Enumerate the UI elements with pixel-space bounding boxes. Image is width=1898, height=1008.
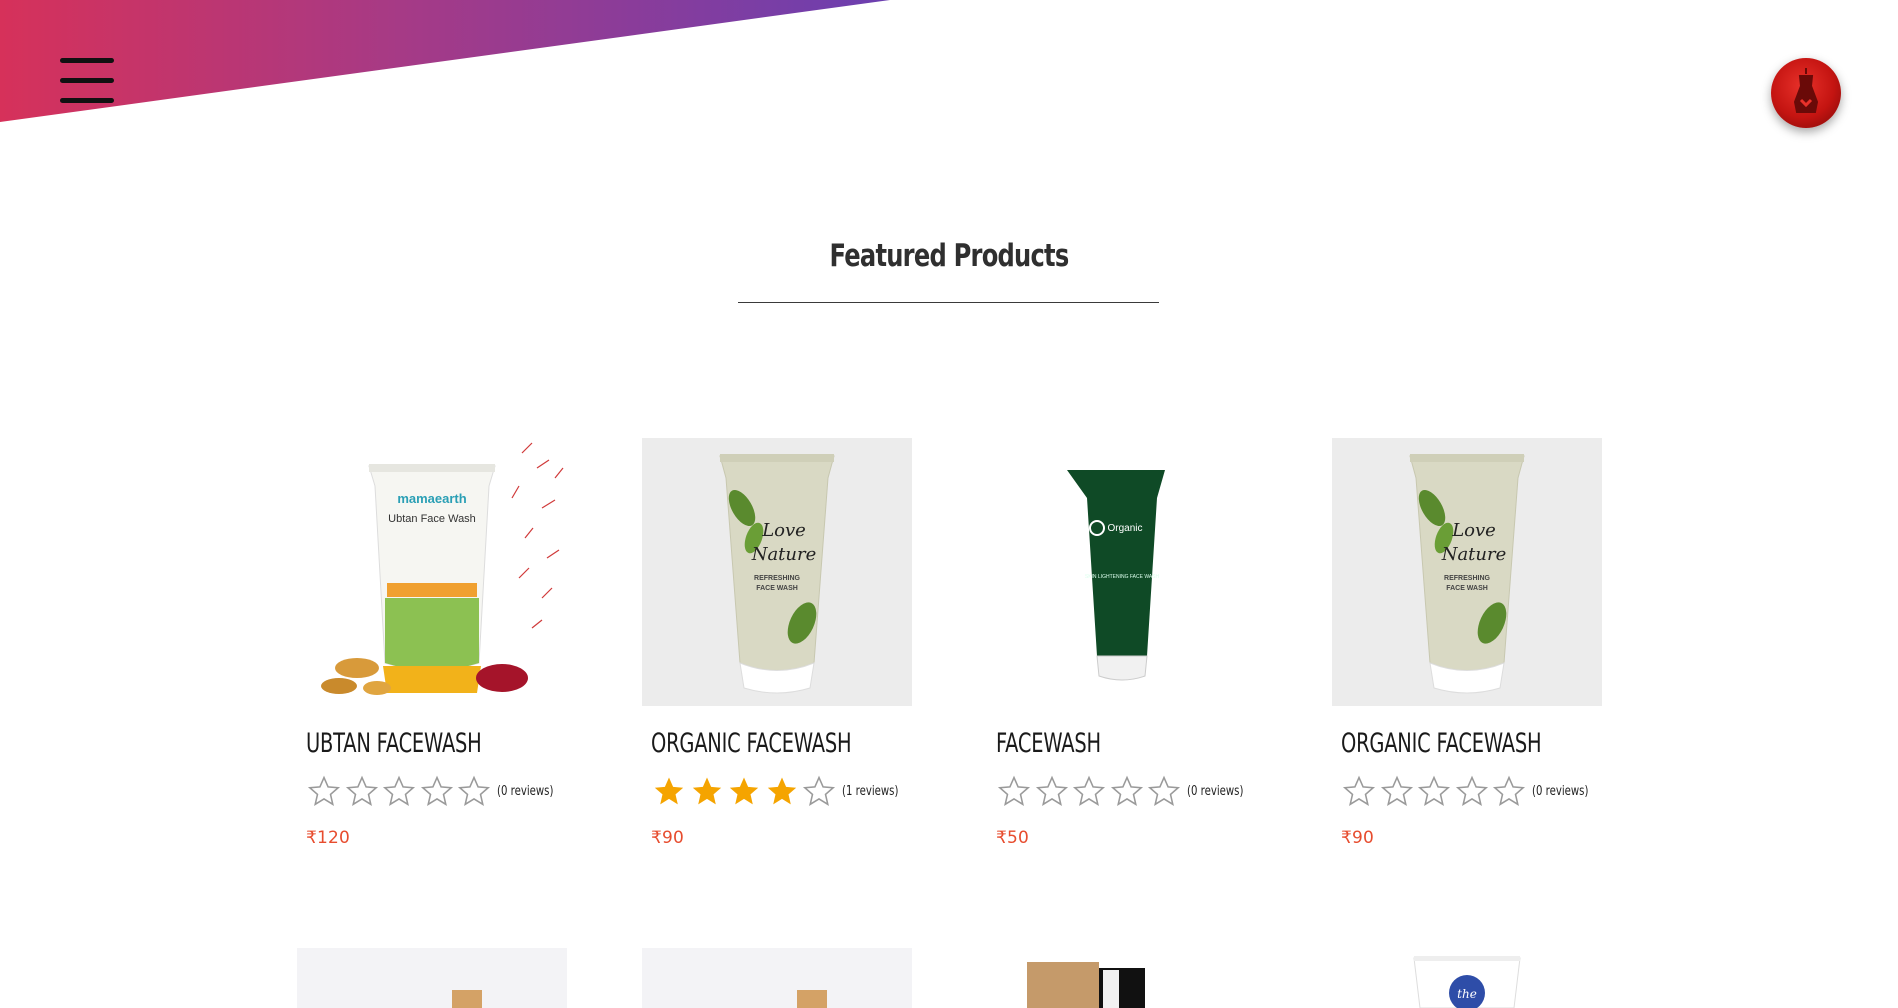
product-image[interactable] xyxy=(642,948,912,1008)
product-name[interactable]: UBTAN FACEWASH xyxy=(306,728,482,759)
star-filled-icon xyxy=(654,777,684,805)
star-empty-icon xyxy=(1342,775,1376,806)
svg-text:REFRESHING: REFRESHING xyxy=(1444,575,1490,582)
star-empty-icon xyxy=(345,775,378,806)
star-empty-icon xyxy=(997,775,1031,806)
product-image[interactable]: the xyxy=(1332,948,1602,1008)
review-count: (0 reviews) xyxy=(496,783,553,799)
product-price: ₹90 xyxy=(1341,828,1375,848)
svg-text:FACE WASH: FACE WASH xyxy=(756,585,798,592)
product-price: ₹50 xyxy=(996,828,1030,848)
product-image[interactable] xyxy=(987,948,1257,1008)
rating-stars: (0 reviews) xyxy=(997,774,1259,808)
svg-text:Nature: Nature xyxy=(1441,544,1507,565)
product-price: ₹90 xyxy=(651,828,685,848)
product-name[interactable]: FACEWASH xyxy=(996,728,1101,759)
star-empty-icon xyxy=(420,775,453,806)
product-image[interactable] xyxy=(297,948,567,1008)
svg-text:mamaearth: mamaearth xyxy=(397,491,466,506)
rating-stars: (0 reviews) xyxy=(1342,774,1604,808)
svg-text:Love: Love xyxy=(761,520,806,541)
star-empty-icon xyxy=(1455,775,1488,806)
svg-text:Nature: Nature xyxy=(751,544,817,565)
menu-icon[interactable] xyxy=(58,56,116,108)
svg-text:the: the xyxy=(1457,987,1477,1001)
svg-text:Ubtan Face Wash: Ubtan Face Wash xyxy=(388,513,476,525)
svg-text:Organic: Organic xyxy=(1107,523,1142,534)
product-image[interactable]: Love Nature REFRESHING FACE WASH xyxy=(642,438,912,706)
star-empty-icon xyxy=(1035,775,1068,806)
svg-text:SKIN LIGHTENING FACE WASH: SKIN LIGHTENING FACE WASH xyxy=(1085,574,1160,580)
star-empty-icon xyxy=(802,775,836,806)
star-empty-icon xyxy=(1380,775,1413,806)
product-price: ₹120 xyxy=(306,828,351,848)
product-image[interactable]: mamaearth Ubtan Face Wash xyxy=(297,438,567,706)
title-divider xyxy=(738,302,1159,303)
product-image[interactable]: Love Nature REFRESHING FACE WASH xyxy=(1332,438,1602,706)
svg-text:REFRESHING: REFRESHING xyxy=(754,575,800,582)
star-empty-icon xyxy=(307,775,341,806)
star-empty-icon xyxy=(1417,775,1451,806)
product-name[interactable]: ORGANIC FACEWASH xyxy=(651,728,852,759)
star-empty-icon xyxy=(382,775,416,806)
star-empty-icon xyxy=(457,775,491,806)
header-gradient-banner xyxy=(0,0,890,122)
product-image[interactable]: Organic SKIN LIGHTENING FACE WASH xyxy=(987,438,1257,706)
svg-text:Love: Love xyxy=(1451,520,1496,541)
profile-avatar[interactable] xyxy=(1771,58,1841,128)
star-filled-icon xyxy=(767,777,796,805)
star-filled-icon xyxy=(692,777,721,805)
star-empty-icon xyxy=(1147,775,1181,806)
review-count: (1 reviews) xyxy=(841,783,898,799)
profile-figure-icon xyxy=(1793,68,1819,113)
rating-stars: (0 reviews) xyxy=(307,774,569,808)
rating-stars: (1 reviews) xyxy=(652,774,914,808)
review-count: (0 reviews) xyxy=(1531,783,1588,799)
review-count: (0 reviews) xyxy=(1186,783,1243,799)
star-empty-icon xyxy=(1110,775,1143,806)
svg-text:FACE WASH: FACE WASH xyxy=(1446,585,1488,592)
section-title: Featured Products xyxy=(829,238,1070,274)
star-empty-icon xyxy=(1492,775,1526,806)
star-empty-icon xyxy=(1072,775,1106,806)
product-name[interactable]: ORGANIC FACEWASH xyxy=(1341,728,1542,759)
star-filled-icon xyxy=(729,777,759,805)
